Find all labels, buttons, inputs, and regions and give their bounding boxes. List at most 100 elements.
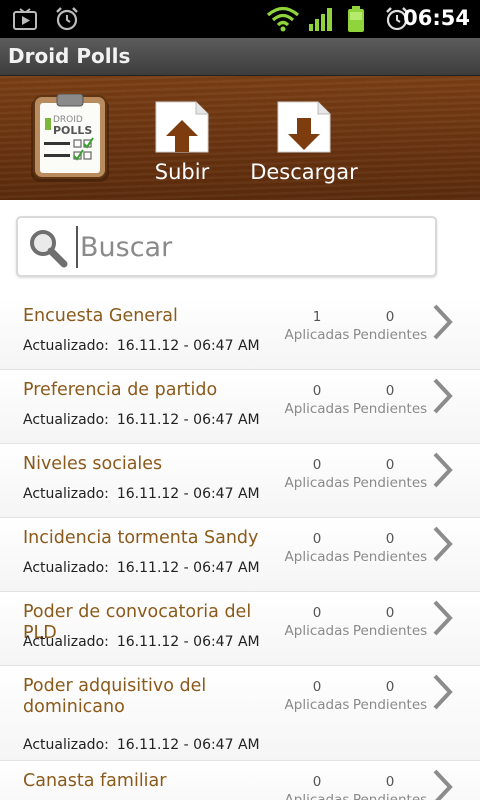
pending-caption: Pendientes <box>352 327 428 343</box>
poll-row[interactable]: Incidencia tormenta Sandy Actualizado: 16.… <box>0 518 480 592</box>
upload-button[interactable]: Subir <box>127 100 237 190</box>
applied-count: 0 Aplicadas <box>279 605 355 639</box>
poll-updated: Actualizado: 16.11.12 - 06:47 AM <box>23 737 260 753</box>
download-label: Descargar <box>250 160 358 184</box>
chevron-right-icon[interactable] <box>430 767 456 800</box>
chevron-right-icon[interactable] <box>430 450 456 490</box>
pending-count: 0 Pendientes <box>352 605 428 639</box>
status-time: 06:54 <box>403 6 470 30</box>
pending-count: 0 Pendientes <box>352 679 428 713</box>
download-button[interactable]: Descargar <box>249 100 359 190</box>
applied-number: 0 <box>312 383 322 399</box>
poll-row[interactable]: Canasta familiarActualizado:0Aplicadas0P… <box>0 761 480 800</box>
applied-caption: Aplicadas <box>284 475 350 491</box>
poll-name: Poder adquisitivo del dominicano <box>23 676 207 717</box>
applied-number: 0 <box>312 605 322 621</box>
applied-caption: Aplicadas <box>284 623 350 639</box>
poll-list: Encuesta General Actualizado: 16.11.12 - 0… <box>0 296 480 800</box>
upload-icon <box>155 101 209 153</box>
applied-number: 1 <box>312 309 322 325</box>
updated-label: Actualizado: <box>23 412 109 428</box>
chevron-right-icon[interactable] <box>430 524 456 564</box>
logo-text-polls: POLLS <box>53 124 92 137</box>
upload-label: Subir <box>154 160 210 184</box>
pending-caption: Pendientes <box>352 475 428 491</box>
poll-name: Incidencia tormenta Sandy <box>23 528 259 548</box>
pending-count: 0 Pendientes <box>352 531 428 565</box>
updated-value: 16.11.12 - 06:47 AM <box>116 412 260 428</box>
applied-caption: Aplicadas <box>284 401 350 417</box>
pending-count: 0 Pendientes <box>352 774 428 800</box>
pending-caption: Pendientes <box>352 623 428 639</box>
updated-label: Actualizado: <box>23 486 109 502</box>
poll-row[interactable]: Poder de convocatoria del PLD Actualizado… <box>0 592 480 666</box>
download-icon <box>277 101 331 153</box>
poll-row[interactable]: Niveles sociales Actualizado: 16.11.12 - 0… <box>0 444 480 518</box>
search-icon <box>30 230 68 268</box>
pending-caption: Pendientes <box>352 792 428 800</box>
updated-label: Actualizado: <box>23 338 109 354</box>
chevron-right-icon[interactable] <box>430 302 456 342</box>
applied-number: 0 <box>312 531 322 547</box>
toolbar: DROID POLLS Subir Descargar <box>0 76 480 200</box>
app-logo[interactable]: DROID POLLS <box>30 93 110 184</box>
applied-number: 0 <box>312 679 322 695</box>
chevron-right-icon[interactable] <box>430 598 456 638</box>
updated-label: Actualizado: <box>23 737 109 753</box>
updated-value: 16.11.12 - 06:47 AM <box>116 486 260 502</box>
alarm-icon <box>56 7 78 31</box>
updated-label: Actualizado: <box>23 634 109 650</box>
poll-updated: Actualizado: 16.11.12 - 06:47 AM <box>23 486 260 502</box>
applied-count: 0 Aplicadas <box>279 457 355 491</box>
pending-number: 0 <box>385 457 395 473</box>
applied-number: 0 <box>312 457 322 473</box>
pending-count: 0 Pendientes <box>352 309 428 343</box>
pending-caption: Pendientes <box>352 549 428 565</box>
wifi-icon <box>266 6 300 32</box>
search-box <box>16 216 437 277</box>
status-bar: 06:54 <box>0 0 480 38</box>
poll-row[interactable]: Preferencia de partido Actualizado: 16.11.… <box>0 370 480 444</box>
pending-count: 0 Pendientes <box>352 457 428 491</box>
applied-count: 1 Aplicadas <box>279 309 355 343</box>
updated-value: 16.11.12 - 06:47 AM <box>116 338 260 354</box>
updated-value: 16.11.12 - 06:47 AM <box>116 560 260 576</box>
pending-caption: Pendientes <box>352 697 428 713</box>
pending-number: 0 <box>385 531 395 547</box>
chevron-right-icon[interactable] <box>430 376 456 416</box>
applied-count: 0 Aplicadas <box>279 774 355 800</box>
poll-updated: Actualizado: 16.11.12 - 06:47 AM <box>23 412 260 428</box>
search-input[interactable] <box>76 226 426 268</box>
applied-number: 0 <box>312 774 322 790</box>
updated-label: Actualizado: <box>23 560 109 576</box>
poll-name: Canasta familiar <box>23 771 167 791</box>
applied-caption: Aplicadas <box>284 327 350 343</box>
poll-updated: Actualizado: 16.11.12 - 06:47 AM <box>23 338 260 354</box>
applied-caption: Aplicadas <box>284 549 350 565</box>
poll-row[interactable]: Poder adquisitivo del dominicano Actualiz… <box>0 666 480 761</box>
pending-count: 0 Pendientes <box>352 383 428 417</box>
pending-number: 0 <box>385 679 395 695</box>
poll-name: Encuesta General <box>23 306 178 326</box>
pending-number: 0 <box>385 383 395 399</box>
app-title: Droid Polls <box>8 44 131 68</box>
updated-value: 16.11.12 - 06:47 AM <box>116 737 260 753</box>
updated-value: 16.11.12 - 06:47 AM <box>116 634 260 650</box>
poll-name: Niveles sociales <box>23 454 163 474</box>
battery-icon <box>348 6 364 32</box>
pending-caption: Pendientes <box>352 401 428 417</box>
applied-caption: Aplicadas <box>284 792 350 800</box>
signal-icon <box>309 8 332 31</box>
applied-count: 0 Aplicadas <box>279 383 355 417</box>
pending-number: 0 <box>385 309 395 325</box>
applied-count: 0 Aplicadas <box>279 531 355 565</box>
play-store-icon <box>13 8 37 30</box>
pending-number: 0 <box>385 605 395 621</box>
chevron-right-icon[interactable] <box>430 672 456 712</box>
clipboard-logo-icon: DROID POLLS <box>31 93 109 182</box>
app-title-bar: Droid Polls <box>0 38 480 76</box>
poll-name: Preferencia de partido <box>23 380 218 400</box>
poll-row[interactable]: Encuesta General Actualizado: 16.11.12 - 0… <box>0 296 480 370</box>
pending-number: 0 <box>385 774 395 790</box>
poll-updated: Actualizado: 16.11.12 - 06:47 AM <box>23 560 260 576</box>
